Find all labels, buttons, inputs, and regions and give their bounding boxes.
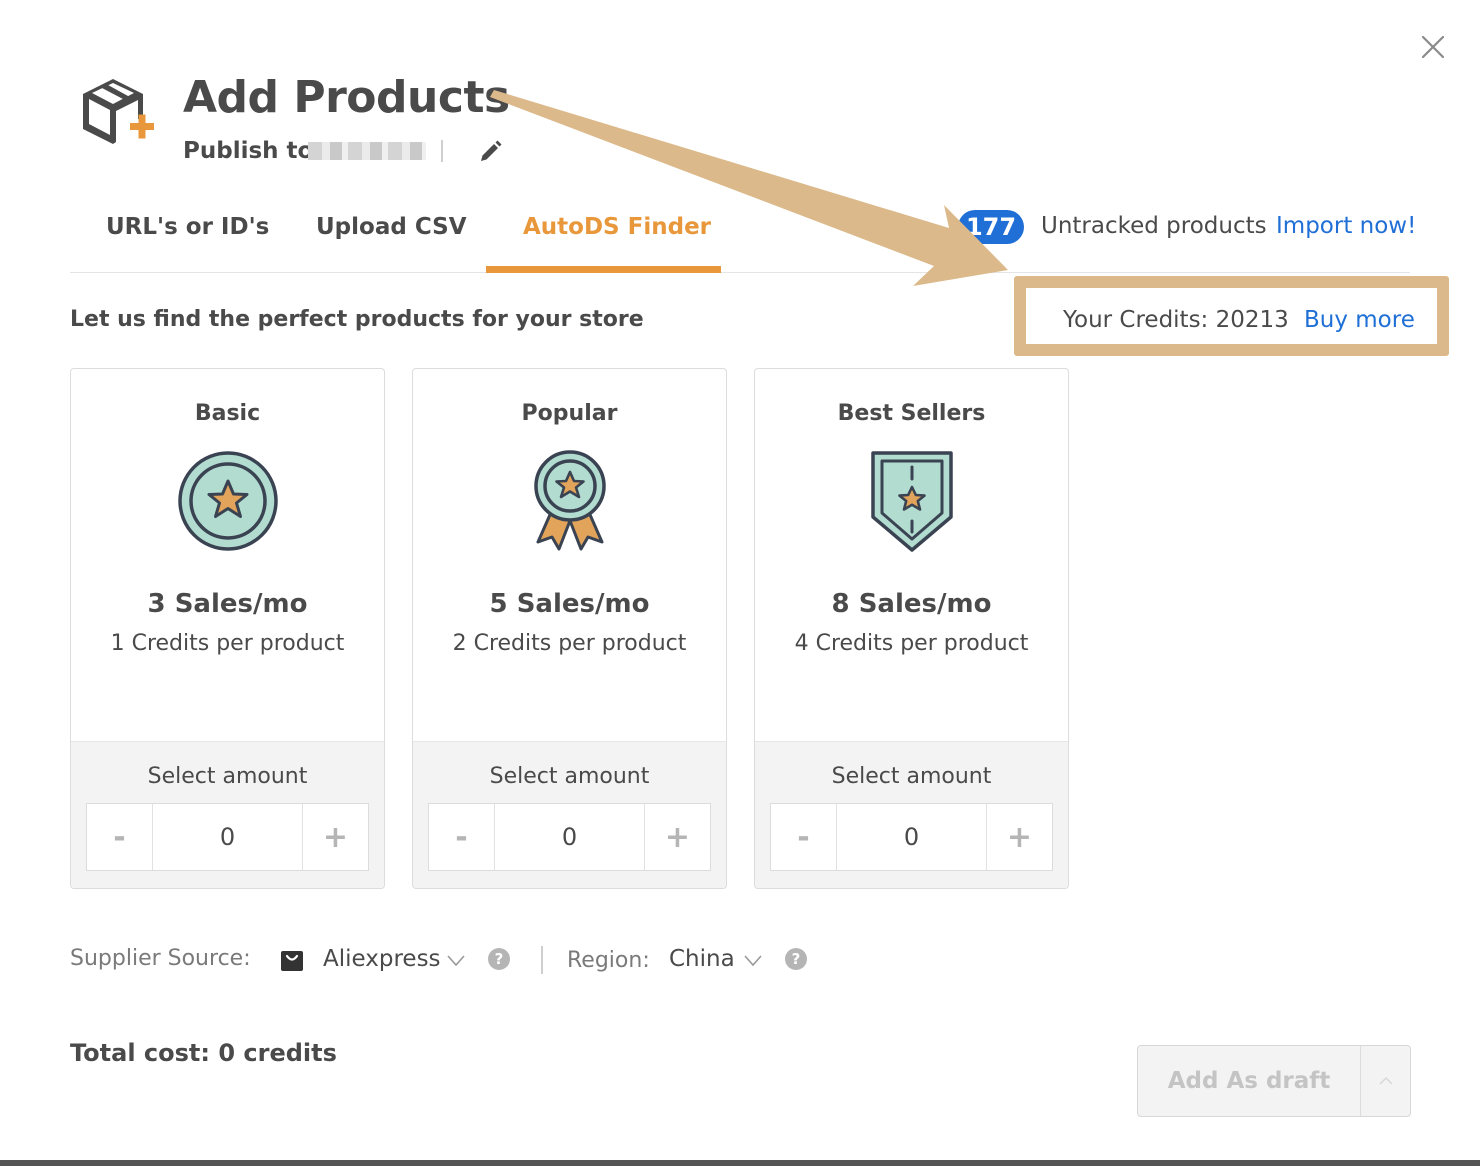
select-amount-label: Select amount bbox=[489, 764, 650, 789]
plan-card-best-sellers: Best Sellers 8 Sales/mo 4 Credits per pr… bbox=[754, 368, 1069, 889]
chevron-down-icon[interactable] bbox=[446, 950, 466, 970]
quantity-stepper: - 0 + bbox=[428, 803, 711, 871]
card-sales: 5 Sales/mo bbox=[489, 589, 650, 619]
shopping-bag-icon bbox=[280, 948, 304, 972]
add-as-draft-label[interactable]: Add As draft bbox=[1138, 1046, 1361, 1116]
store-name-redacted bbox=[308, 142, 426, 160]
add-products-modal: Add Products Publish to: URL's or ID's U… bbox=[0, 0, 1480, 1160]
card-sales: 8 Sales/mo bbox=[831, 589, 992, 619]
select-amount-label: Select amount bbox=[147, 764, 308, 789]
page-title: Add Products bbox=[183, 72, 510, 123]
award-ribbon-icon bbox=[518, 449, 622, 553]
decrement-button[interactable]: - bbox=[429, 804, 495, 870]
card-footer: Select amount - 0 + bbox=[413, 741, 726, 888]
decrement-button[interactable]: - bbox=[771, 804, 837, 870]
add-as-draft-button[interactable]: Add As draft bbox=[1137, 1045, 1411, 1117]
help-icon[interactable]: ? bbox=[785, 948, 807, 970]
region-select[interactable]: China bbox=[669, 946, 735, 972]
card-credits: 2 Credits per product bbox=[452, 631, 687, 656]
finder-subtitle: Let us find the perfect products for you… bbox=[70, 307, 644, 332]
filter-divider bbox=[541, 946, 543, 974]
card-credits: 4 Credits per product bbox=[794, 631, 1029, 656]
region-label: Region: bbox=[567, 948, 650, 973]
tab-upload-csv[interactable]: Upload CSV bbox=[316, 214, 467, 240]
decrement-button[interactable]: - bbox=[87, 804, 153, 870]
chevron-up-icon[interactable] bbox=[1361, 1046, 1410, 1116]
total-cost: Total cost: 0 credits bbox=[70, 1039, 337, 1067]
box-add-icon bbox=[78, 74, 158, 150]
star-medal-icon bbox=[176, 449, 280, 553]
help-icon[interactable]: ? bbox=[488, 948, 510, 970]
increment-button[interactable]: + bbox=[644, 804, 710, 870]
increment-button[interactable]: + bbox=[986, 804, 1052, 870]
import-now-link[interactable]: Import now! bbox=[1276, 213, 1416, 239]
card-title: Popular bbox=[521, 401, 618, 426]
card-credits: 1 Credits per product bbox=[110, 631, 345, 656]
card-sales: 3 Sales/mo bbox=[147, 589, 308, 619]
untracked-count-badge: 177 bbox=[958, 210, 1024, 244]
card-footer: Select amount - 0 + bbox=[755, 741, 1068, 888]
close-icon[interactable] bbox=[1416, 30, 1450, 64]
untracked-label: Untracked products bbox=[1041, 213, 1267, 239]
card-footer: Select amount - 0 + bbox=[71, 741, 384, 888]
card-title: Basic bbox=[194, 401, 261, 426]
quantity-stepper: - 0 + bbox=[770, 803, 1053, 871]
quantity-value[interactable]: 0 bbox=[153, 804, 302, 870]
tab-autods-finder[interactable]: AutoDS Finder bbox=[523, 214, 711, 240]
buy-more-link[interactable]: Buy more bbox=[1304, 307, 1415, 333]
increment-button[interactable]: + bbox=[302, 804, 368, 870]
supplier-source-label: Supplier Source: bbox=[70, 946, 251, 971]
quantity-stepper: - 0 + bbox=[86, 803, 369, 871]
supplier-select[interactable]: Aliexpress bbox=[323, 946, 441, 972]
store-divider bbox=[441, 140, 443, 162]
edit-icon[interactable] bbox=[477, 139, 503, 165]
quantity-value[interactable]: 0 bbox=[495, 804, 644, 870]
publish-label: Publish to: bbox=[183, 138, 323, 164]
credits-balance: Your Credits: 20213 bbox=[1063, 307, 1289, 333]
plan-card-popular: Popular 5 Sales/mo 2 Credits per product… bbox=[412, 368, 727, 889]
plan-card-basic: Basic 3 Sales/mo 1 Credits per product S… bbox=[70, 368, 385, 889]
chevron-down-icon[interactable] bbox=[743, 950, 763, 970]
tab-urls-ids[interactable]: URL's or ID's bbox=[106, 214, 269, 240]
quantity-value[interactable]: 0 bbox=[837, 804, 986, 870]
select-amount-label: Select amount bbox=[831, 764, 992, 789]
active-tab-indicator bbox=[486, 266, 721, 273]
window-bottom-edge bbox=[0, 1160, 1480, 1166]
card-title: Best Sellers bbox=[837, 401, 986, 426]
shield-star-icon bbox=[860, 449, 964, 553]
tabs-divider bbox=[70, 272, 1410, 273]
